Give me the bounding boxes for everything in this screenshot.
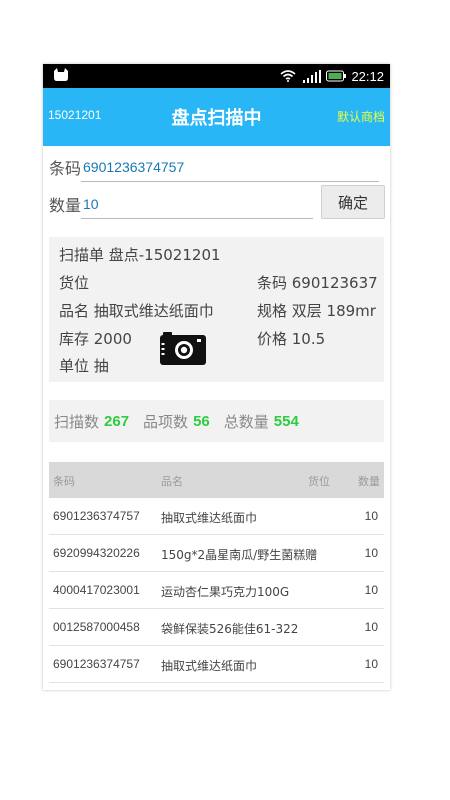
column-header-location: 货位 — [308, 475, 330, 488]
app-screen: 22:12 15021201 盘点扫描中 默认商档 条码 数量 确定 扫描单 盘… — [43, 64, 390, 690]
product-info-panel: 扫描单 盘点-15021201 货位 品名 抽取式维达纸面巾 库存 2000 单… — [49, 237, 384, 382]
column-header-name: 品名 — [161, 475, 183, 488]
app-header: 15021201 盘点扫描中 默认商档 — [43, 88, 390, 146]
row-code: 6901236374757 — [53, 657, 140, 671]
scan-order-text: 扫描单 盘点-15021201 — [59, 246, 221, 264]
product-name-text: 品名 抽取式维达纸面巾 — [59, 302, 214, 320]
info-right-column: 条码 690123637 规格 双层 189mr 价格 10.5 — [257, 237, 384, 382]
signal-icon — [303, 69, 322, 83]
table-row[interactable]: 4000417023001 运动杏仁果巧克力100G 10 — [49, 572, 384, 609]
quantity-label: 数量 — [49, 196, 82, 215]
status-time: 22:12 — [351, 68, 384, 84]
column-header-qty: 数量 — [358, 475, 380, 488]
table-header: 条码 品名 货位 数量 — [49, 462, 384, 498]
stock-text: 库存 2000 — [59, 330, 132, 348]
table-row[interactable]: 6920994320226 150g*2晶星南瓜/野生菌糕赠 10 — [49, 535, 384, 572]
scan-records-table: 条码 品名 货位 数量 6901236374757 抽取式维达纸面巾 10 69… — [49, 462, 384, 683]
row-name: 抽取式维达纸面巾 — [161, 511, 258, 525]
column-header-code: 条码 — [53, 475, 75, 488]
item-count-label: 品项数 — [143, 412, 189, 431]
scan-count-label: 扫描数 — [54, 412, 100, 431]
location-text: 货位 — [59, 274, 90, 292]
unit-text: 单位 抽 — [59, 357, 109, 375]
row-name: 袋鲜保装526能佳61-322 — [161, 622, 299, 636]
row-name: 运动杏仁果巧克力100G — [161, 585, 290, 599]
barcode-input[interactable] — [81, 155, 380, 182]
cat-notification-icon — [54, 68, 68, 81]
barcode-row: 条码 — [49, 152, 380, 182]
camera-icon[interactable] — [160, 332, 206, 366]
wifi-icon — [280, 70, 296, 82]
scan-count-value: 267 — [104, 412, 130, 430]
row-name: 150g*2晶星南瓜/野生菌糕赠 — [161, 548, 318, 562]
row-qty: 10 — [364, 657, 378, 671]
total-qty-label: 总数量 — [223, 412, 269, 431]
confirm-button[interactable]: 确定 — [321, 185, 385, 219]
total-qty-value: 554 — [273, 412, 299, 430]
row-qty: 10 — [364, 583, 378, 597]
quantity-input[interactable] — [81, 192, 314, 219]
table-row[interactable]: 6901236374757 抽取式维达纸面巾 10 — [49, 498, 384, 535]
table-row[interactable]: 6901236374757 抽取式维达纸面巾 10 — [49, 646, 384, 683]
item-count-value: 56 — [193, 412, 210, 430]
row-name: 抽取式维达纸面巾 — [161, 659, 258, 673]
row-qty: 10 — [364, 509, 378, 523]
quantity-row: 数量 — [49, 189, 314, 219]
info-barcode-text: 条码 690123637 — [257, 274, 378, 292]
barcode-label: 条码 — [49, 159, 82, 178]
price-text: 价格 10.5 — [257, 330, 326, 348]
battery-icon — [326, 70, 347, 82]
default-product-file-link[interactable]: 默认商档 — [337, 108, 385, 125]
row-code: 0012587000458 — [53, 620, 140, 634]
row-code: 4000417023001 — [53, 583, 140, 597]
row-qty: 10 — [364, 546, 378, 560]
scan-stats: 扫描数 267 品项数 56 总数量 554 — [49, 400, 384, 442]
table-row[interactable]: 0012587000458 袋鲜保装526能佳61-322 10 — [49, 609, 384, 646]
status-icons: 22:12 — [280, 64, 384, 88]
status-bar: 22:12 — [43, 64, 390, 88]
spec-text: 规格 双层 189mr — [257, 302, 376, 320]
row-code: 6920994320226 — [53, 546, 140, 560]
row-code: 6901236374757 — [53, 509, 140, 523]
row-qty: 10 — [364, 620, 378, 634]
